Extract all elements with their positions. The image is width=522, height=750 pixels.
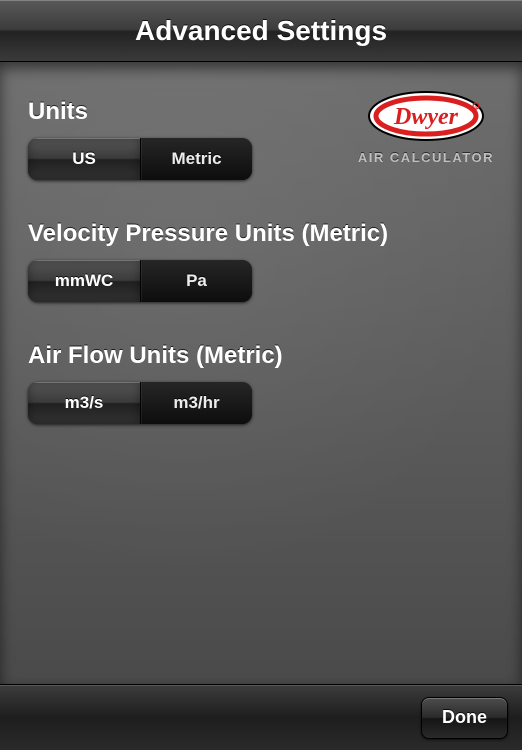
velocity-pressure-label: Velocity Pressure Units (Metric)	[28, 220, 494, 248]
air-flow-label: Air Flow Units (Metric)	[28, 342, 494, 370]
section-velocity-pressure: Velocity Pressure Units (Metric) mmWC Pa	[28, 220, 494, 302]
velocity-pressure-option-pa[interactable]: Pa	[140, 260, 252, 302]
brand-subtitle: AIR CALCULATOR	[358, 150, 494, 165]
air-flow-segmented: m3/s m3/hr	[28, 382, 252, 424]
velocity-pressure-option-mmwc[interactable]: mmWC	[28, 260, 140, 302]
units-option-us[interactable]: US	[28, 138, 140, 180]
advanced-settings-screen: Advanced Settings Dwyer R AIR CALCULATOR…	[0, 0, 522, 750]
content-area: Dwyer R AIR CALCULATOR Units US Metric V…	[0, 62, 522, 684]
done-button[interactable]: Done	[421, 697, 508, 739]
section-air-flow: Air Flow Units (Metric) m3/s m3/hr	[28, 342, 494, 424]
air-flow-option-m3hr[interactable]: m3/hr	[140, 382, 252, 424]
brand-logo-block: Dwyer R AIR CALCULATOR	[358, 88, 494, 165]
svg-text:Dwyer: Dwyer	[393, 104, 459, 130]
velocity-pressure-segmented: mmWC Pa	[28, 260, 252, 302]
units-segmented: US Metric	[28, 138, 252, 180]
units-option-metric[interactable]: Metric	[140, 138, 252, 180]
bottom-toolbar: Done	[0, 684, 522, 750]
page-title: Advanced Settings	[135, 15, 387, 47]
air-flow-option-m3s[interactable]: m3/s	[28, 382, 140, 424]
title-bar: Advanced Settings	[0, 0, 522, 62]
dwyer-logo-icon: Dwyer R	[366, 88, 486, 144]
